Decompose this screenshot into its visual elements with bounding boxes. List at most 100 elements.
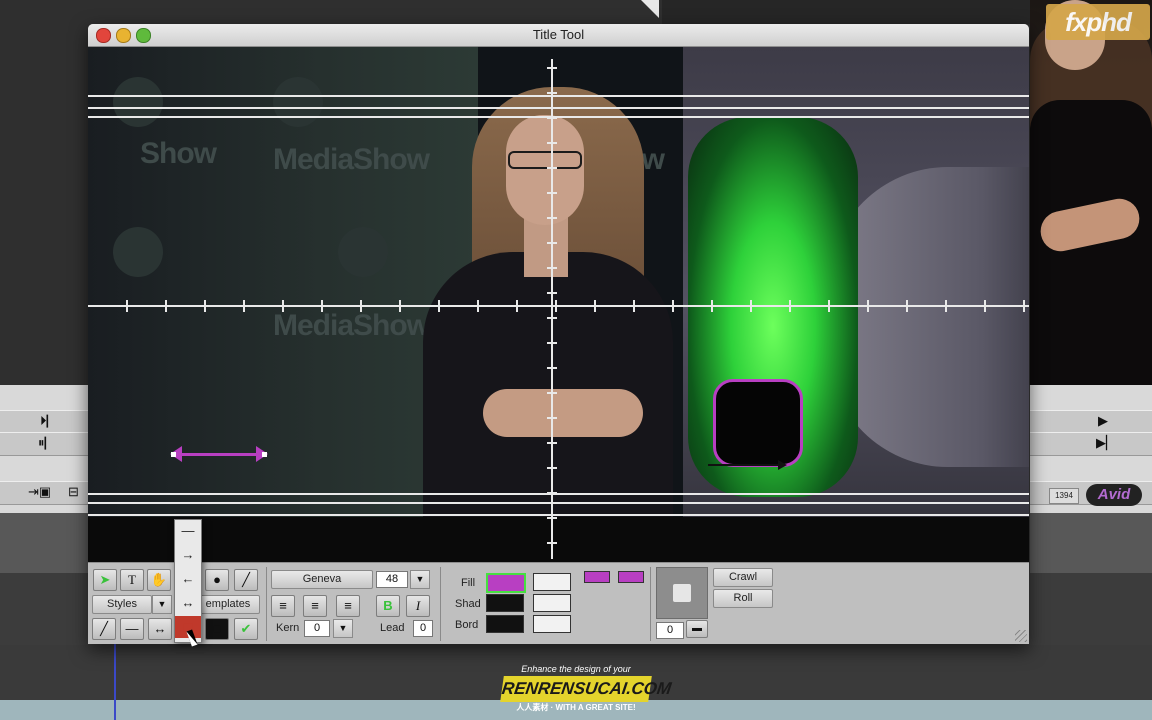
- title-bar[interactable]: Title Tool: [88, 24, 1029, 47]
- monitor-corner-marker: [641, 0, 659, 18]
- fill-transparency-swatch[interactable]: [533, 573, 571, 591]
- splice-icon[interactable]: ⊟: [68, 484, 79, 500]
- crosshair-tick: [945, 300, 947, 312]
- safe-area-line: [88, 116, 1029, 118]
- crosshair-tick: [547, 292, 557, 294]
- set-logo-mark: [338, 227, 388, 277]
- crosshair-tick: [547, 492, 557, 494]
- crosshair-tick: [672, 300, 674, 312]
- step-end-icon[interactable]: ▶▏: [1096, 435, 1116, 451]
- font-selector[interactable]: Geneva: [271, 570, 373, 589]
- font-size-field[interactable]: 48: [376, 571, 408, 588]
- hand-tool-icon[interactable]: ✋: [147, 569, 171, 591]
- arrow-none-option[interactable]: —: [175, 520, 201, 542]
- arrow-style-popup: — → ← ↔ ◼: [174, 519, 202, 643]
- crosshair-tick: [243, 300, 245, 312]
- line-corner-style-icon[interactable]: ╱: [92, 618, 116, 640]
- watermark-bottom: 人人素材 · WITH A GREAT SITE!: [516, 703, 636, 712]
- roll-button[interactable]: Roll: [713, 589, 773, 608]
- set-logo-text: Show: [140, 137, 217, 170]
- crosshair-tick: [547, 417, 557, 419]
- play-forward-icon[interactable]: ⏵▏: [40, 413, 60, 429]
- lead-label: Lead: [380, 622, 405, 634]
- styles-button[interactable]: Styles: [92, 595, 152, 614]
- crosshair-tick: [547, 142, 557, 144]
- arrow-both-option[interactable]: ↔: [175, 592, 201, 614]
- color-blend-start-swatch[interactable]: [584, 571, 610, 583]
- selection-tool-icon[interactable]: ➤: [93, 569, 117, 591]
- font-size-dropdown-icon[interactable]: ▼: [410, 570, 430, 589]
- crosshair-tick: [547, 392, 557, 394]
- line-tool-icon[interactable]: ╱: [234, 569, 258, 591]
- bold-icon[interactable]: B: [376, 595, 400, 617]
- border-transparency-swatch[interactable]: [533, 615, 571, 633]
- black-arrow-object[interactable]: [708, 464, 780, 466]
- rounded-rectangle-object[interactable]: [713, 379, 803, 467]
- crosshair-tick: [547, 442, 557, 444]
- playhead[interactable]: [114, 640, 116, 720]
- toolbar-divider: [650, 567, 651, 641]
- set-logo-mark: [273, 77, 323, 127]
- safe-area-line: [88, 107, 1029, 109]
- crosshair-tick: [547, 517, 557, 519]
- presenter-hands: [483, 389, 643, 437]
- watermark-tagline: Enhance the design of your: [521, 664, 631, 674]
- align-right-icon[interactable]: ≡: [336, 595, 360, 617]
- set-logo-text: MediaShow: [273, 143, 430, 176]
- title-canvas[interactable]: Show MediaShow Show MediaShow: [88, 47, 1029, 562]
- shadow-color-swatch[interactable]: [486, 594, 524, 612]
- styles-dropdown-icon[interactable]: ▼: [152, 595, 172, 614]
- kern-dropdown-icon[interactable]: ▼: [333, 619, 353, 638]
- lead-field[interactable]: 0: [413, 620, 433, 637]
- arrow-left-option[interactable]: ←: [175, 568, 201, 590]
- shadow-transparency-swatch[interactable]: [533, 594, 571, 612]
- kern-field[interactable]: 0: [304, 620, 330, 637]
- crawl-button[interactable]: Crawl: [713, 568, 773, 587]
- title-tool-window: Title Tool Show MediaShow Show MediaShow: [88, 24, 1029, 644]
- black-arrow-head: [778, 460, 787, 470]
- presenter-neck: [524, 217, 568, 277]
- source-transport-row: ⏵▏: [0, 410, 88, 434]
- templates-button[interactable]: emplates: [196, 595, 260, 614]
- selection-handle[interactable]: [171, 452, 176, 457]
- transparency-menu-icon[interactable]: ▬: [686, 620, 708, 638]
- arrow-style-icon[interactable]: ↔: [148, 618, 172, 640]
- transparency-field[interactable]: 0: [656, 622, 684, 639]
- line-width-icon[interactable]: —: [120, 618, 144, 640]
- crosshair-tick: [282, 300, 284, 312]
- play-icon[interactable]: ▶: [1098, 413, 1108, 429]
- oval-tool-icon[interactable]: ●: [205, 569, 229, 591]
- background-color-icon[interactable]: ■: [205, 618, 229, 640]
- crosshair-tick: [126, 300, 128, 312]
- align-center-icon[interactable]: ≡: [303, 595, 327, 617]
- step-forward-icon[interactable]: ⏸▏: [38, 435, 58, 451]
- border-color-swatch[interactable]: [486, 615, 524, 633]
- align-left-icon[interactable]: ≡: [271, 595, 295, 617]
- selection-handle[interactable]: [262, 452, 267, 457]
- crosshair-tick: [547, 67, 557, 69]
- transparency-preview[interactable]: [656, 567, 708, 619]
- crosshair-tick: [828, 300, 830, 312]
- watermark-main: RENRENSUCAI.COM: [500, 676, 672, 702]
- crosshair-tick: [555, 300, 557, 312]
- source-transport-row-2: ⏸▏: [0, 432, 88, 456]
- kern-label: Kern: [276, 622, 300, 634]
- avid-logo: Avid: [1086, 484, 1142, 506]
- arrow-right-option[interactable]: →: [175, 544, 201, 566]
- crosshair-tick: [547, 267, 557, 269]
- fill-color-swatch[interactable]: [486, 573, 526, 593]
- shadow-toggle-icon[interactable]: ✔: [234, 618, 258, 640]
- crosshair-tick: [547, 342, 557, 344]
- italic-icon[interactable]: I: [406, 595, 430, 617]
- resize-grip-icon[interactable]: [1015, 630, 1027, 642]
- mark-clip-icon[interactable]: ⇥▣: [28, 484, 51, 500]
- center-crosshair-horizontal: [88, 305, 1029, 307]
- magenta-double-arrow[interactable]: [174, 453, 266, 456]
- crosshair-tick: [750, 300, 752, 312]
- window-title: Title Tool: [532, 27, 585, 42]
- color-blend-end-swatch[interactable]: [618, 571, 644, 583]
- timeline-track-header-right: [1030, 513, 1152, 573]
- crosshair-tick: [547, 192, 557, 194]
- crosshair-tick: [321, 300, 323, 312]
- text-tool-icon[interactable]: T: [120, 569, 144, 591]
